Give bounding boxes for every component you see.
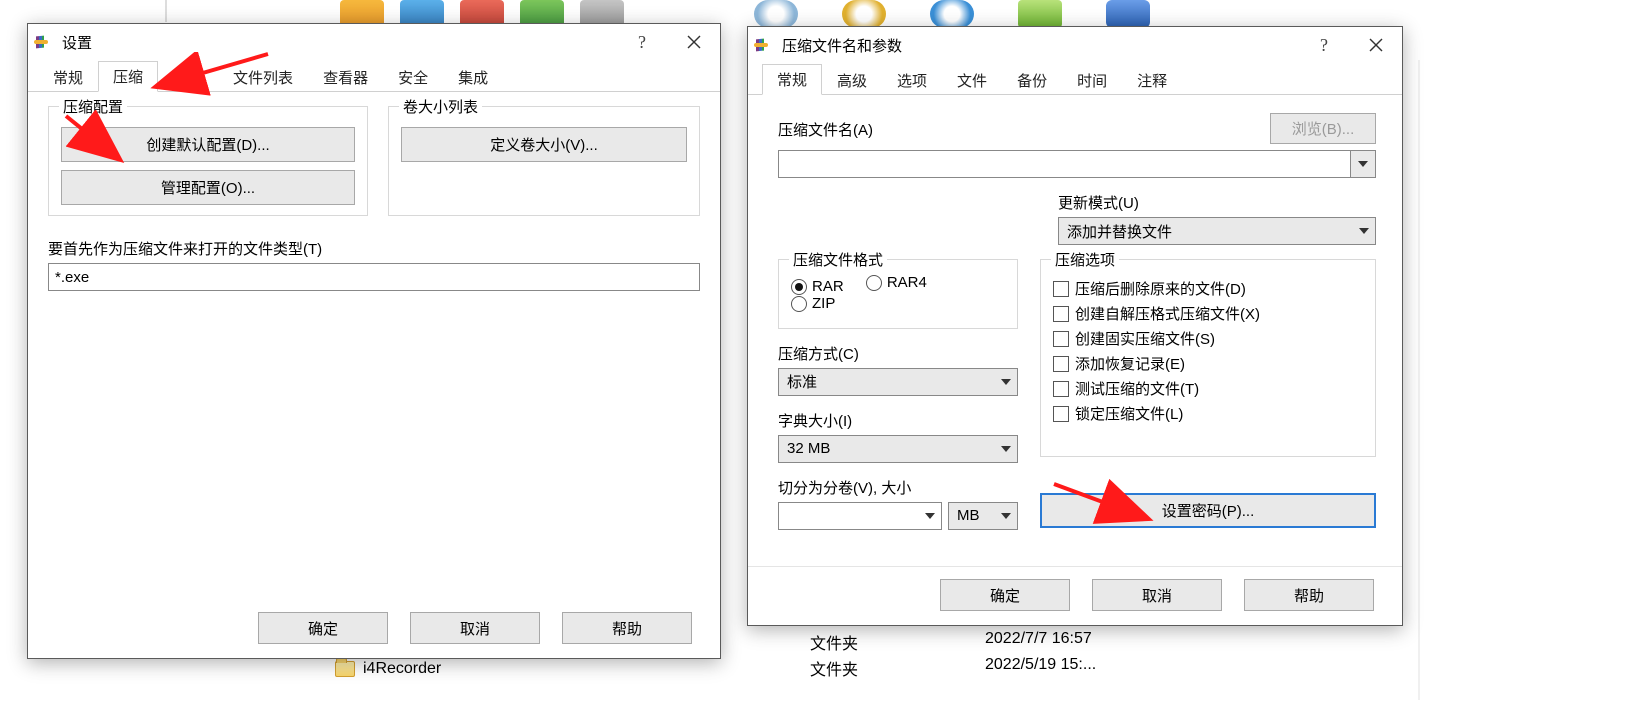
background-toolbar-right <box>754 0 1150 28</box>
define-volume-size-button[interactable]: 定义卷大小(V)... <box>401 127 687 162</box>
tab-time[interactable]: 时间 <box>1062 65 1122 95</box>
profiles-group-label: 压缩配置 <box>59 96 127 117</box>
help-button[interactable]: 帮助 <box>1244 579 1374 611</box>
titlebar-help-button[interactable]: ? <box>1298 27 1350 63</box>
background-date-column: 2022/7/7 16:57 2022/5/19 15:... <box>985 630 1096 682</box>
settings-title: 设置 <box>62 32 92 53</box>
dict-label: 字典大小(I) <box>778 410 1018 431</box>
dict-value: 32 MB <box>787 440 830 457</box>
method-dropdown[interactable]: 标准 <box>778 368 1018 396</box>
option-test[interactable]: 测试压缩的文件(T) <box>1053 378 1363 399</box>
archive-dialog: 压缩文件名和参数 ? 常规 高级 选项 文件 备份 时间 注释 压缩文件名(A)… <box>747 26 1403 626</box>
archive-name-dropdown-button[interactable] <box>1350 150 1376 178</box>
tab-paths[interactable]: 路径 <box>158 62 218 92</box>
format-zip-radio[interactable]: ZIP <box>791 295 835 312</box>
open-as-archive-label: 要首先作为压缩文件来打开的文件类型(T) <box>48 238 700 259</box>
set-password-button[interactable]: 设置密码(P)... <box>1040 493 1376 528</box>
dict-dropdown[interactable]: 32 MB <box>778 435 1018 463</box>
tab-compression[interactable]: 压缩 <box>98 61 158 92</box>
split-unit-dropdown[interactable]: MB <box>948 502 1018 530</box>
split-label: 切分为分卷(V), 大小 <box>778 477 1018 498</box>
titlebar-close-button[interactable] <box>668 24 720 60</box>
option-solid[interactable]: 创建固实压缩文件(S) <box>1053 328 1363 349</box>
settings-footer: 确定 取消 帮助 <box>28 600 720 658</box>
settings-titlebar: 设置 ? <box>28 24 720 60</box>
winrar-icon <box>756 36 774 54</box>
tab-backup[interactable]: 备份 <box>1002 65 1062 95</box>
format-rar-radio[interactable]: RAR <box>791 278 844 295</box>
options-group-label: 压缩选项 <box>1051 249 1119 270</box>
titlebar-help-button[interactable]: ? <box>616 24 668 60</box>
tab-advanced[interactable]: 高级 <box>822 65 882 95</box>
option-lock[interactable]: 锁定压缩文件(L) <box>1053 403 1363 424</box>
tab-options[interactable]: 选项 <box>882 65 942 95</box>
format-group-label: 压缩文件格式 <box>789 249 887 270</box>
option-delete-after[interactable]: 压缩后删除原来的文件(D) <box>1053 278 1363 299</box>
split-size-combo[interactable] <box>778 502 942 530</box>
ok-button[interactable]: 确定 <box>258 612 388 644</box>
tab-security[interactable]: 安全 <box>383 62 443 92</box>
help-button[interactable]: 帮助 <box>562 612 692 644</box>
method-label: 压缩方式(C) <box>778 343 1018 364</box>
titlebar-close-button[interactable] <box>1350 27 1402 63</box>
manage-profiles-button[interactable]: 管理配置(O)... <box>61 170 355 205</box>
winrar-icon <box>36 33 54 51</box>
archive-tabs: 常规 高级 选项 文件 备份 时间 注释 <box>748 65 1402 95</box>
file-name: i4Recorder <box>363 660 441 678</box>
format-rar4-radio[interactable]: RAR4 <box>866 274 927 291</box>
ok-button[interactable]: 确定 <box>940 579 1070 611</box>
settings-dialog: 设置 ? 常规 压缩 路径 文件列表 查看器 安全 集成 压缩配置 创建默认配置… <box>27 23 721 659</box>
tab-integration[interactable]: 集成 <box>443 62 503 92</box>
tab-general[interactable]: 常规 <box>38 62 98 92</box>
tab-general[interactable]: 常规 <box>762 64 822 95</box>
tab-files[interactable]: 文件 <box>942 65 1002 95</box>
folder-icon <box>335 661 355 677</box>
archive-titlebar: 压缩文件名和参数 ? <box>748 27 1402 63</box>
option-sfx[interactable]: 创建自解压格式压缩文件(X) <box>1053 303 1363 324</box>
archive-title: 压缩文件名和参数 <box>782 35 902 56</box>
archive-name-label: 压缩文件名(A) <box>778 119 873 140</box>
background-type-column: 文件夹 文件夹 <box>810 630 858 682</box>
settings-tabs: 常规 压缩 路径 文件列表 查看器 安全 集成 <box>28 62 720 92</box>
tab-viewer[interactable]: 查看器 <box>308 62 383 92</box>
cancel-button[interactable]: 取消 <box>410 612 540 644</box>
archive-name-input[interactable] <box>778 150 1350 178</box>
cancel-button[interactable]: 取消 <box>1092 579 1222 611</box>
update-mode-dropdown[interactable]: 添加并替换文件 <box>1058 217 1376 245</box>
option-recovery[interactable]: 添加恢复记录(E) <box>1053 353 1363 374</box>
create-default-profile-button[interactable]: 创建默认配置(D)... <box>61 127 355 162</box>
archive-footer: 确定 取消 帮助 <box>748 566 1402 625</box>
update-mode-value: 添加并替换文件 <box>1067 221 1172 242</box>
tab-filelist[interactable]: 文件列表 <box>218 62 308 92</box>
volumes-group-label: 卷大小列表 <box>399 96 482 117</box>
open-as-archive-input[interactable] <box>48 263 700 291</box>
split-unit-value: MB <box>957 507 980 524</box>
method-value: 标准 <box>787 371 817 392</box>
browse-button[interactable]: 浏览(B)... <box>1270 113 1376 144</box>
tab-comment[interactable]: 注释 <box>1122 65 1182 95</box>
update-mode-label: 更新模式(U) <box>1058 192 1376 213</box>
